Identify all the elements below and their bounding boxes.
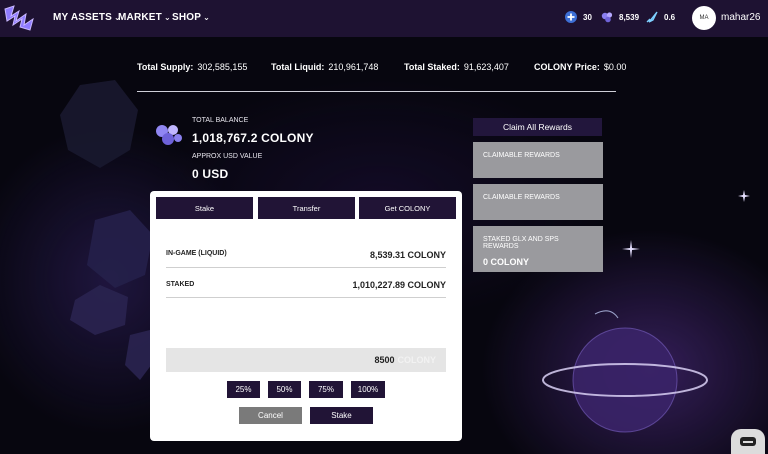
row-divider xyxy=(166,297,446,298)
colony-price: COLONY Price: $0.00 xyxy=(534,62,626,72)
reward-card-label: CLAIMABLE REWARDS xyxy=(483,194,560,201)
nav-market[interactable]: MARKET ⌄ xyxy=(118,12,171,23)
nav-my-assets-label: MY ASSETS xyxy=(53,12,113,23)
total-staked-value: 91,623,407 xyxy=(463,62,509,72)
liquid-value: 8,539.31 COLONY xyxy=(369,250,446,260)
tab-transfer[interactable]: Transfer xyxy=(258,197,355,219)
row-divider xyxy=(166,267,446,268)
top-nav-bar: MY ASSETS ⌄ MARKET ⌄ SHOP ⌄ 30 8,539 0.6 MA… xyxy=(0,0,768,37)
username[interactable]: mahar26 xyxy=(721,12,760,23)
total-liquid-value: 210,961,748 xyxy=(328,62,379,72)
asteroid-icon xyxy=(87,210,153,288)
reward-card-label: CLAIMABLE REWARDS xyxy=(483,152,560,159)
asteroid-icon xyxy=(60,80,138,168)
stake-button[interactable]: Stake xyxy=(310,407,373,424)
amount-input[interactable]: 8500 COLONY xyxy=(166,348,446,372)
plus-crystal-icon xyxy=(565,11,577,23)
chevron-down-icon: ⌄ xyxy=(203,13,211,22)
chevron-down-icon: ⌄ xyxy=(163,13,171,22)
colony-price-value: $0.00 xyxy=(603,62,627,72)
stat-colony[interactable]: 8,539 xyxy=(600,10,639,24)
total-balance-label: TOTAL BALANCE xyxy=(192,117,249,124)
game-logo-icon[interactable] xyxy=(2,3,36,33)
nav-my-assets[interactable]: MY ASSETS ⌄ xyxy=(53,12,121,23)
tab-stake[interactable]: Stake xyxy=(156,197,253,219)
nav-shop-label: SHOP xyxy=(172,12,202,23)
staked-label: STAKED xyxy=(166,281,195,288)
planet-icon xyxy=(542,310,708,433)
total-liquid: Total Liquid: 210,961,748 xyxy=(271,62,378,72)
usd-value-label: APPROX USD VALUE xyxy=(192,153,263,160)
avatar[interactable]: MA xyxy=(692,6,716,30)
total-liquid-label: Total Liquid: xyxy=(271,62,325,72)
chat-button[interactable] xyxy=(731,429,765,454)
usd-value: 0 USD xyxy=(192,167,229,181)
stat-rocket-value: 0.6 xyxy=(664,12,676,22)
stake-modal: Stake Transfer Get COLONY IN-GAME (LIQUI… xyxy=(150,191,462,441)
totals-divider xyxy=(137,91,616,92)
staked-value: 1,010,227.89 COLONY xyxy=(352,280,446,290)
reward-card-label: STAKED GLX AND SPS REWARDS xyxy=(483,236,559,250)
cancel-button[interactable]: Cancel xyxy=(239,407,302,424)
sparkle-icon xyxy=(622,240,640,258)
asteroid-icon xyxy=(70,285,128,335)
staked-rewards-card[interactable]: STAKED GLX AND SPS REWARDS 0 COLONY xyxy=(473,226,603,272)
nav-market-label: MARKET xyxy=(118,12,162,23)
claimable-rewards-card[interactable]: CLAIMABLE REWARDS xyxy=(473,142,603,178)
total-supply-value: 302,585,155 xyxy=(197,62,248,72)
percent-75-button[interactable]: 75% xyxy=(309,381,343,398)
tab-get-colony[interactable]: Get COLONY xyxy=(359,197,456,219)
claim-all-rewards-button[interactable]: Claim All Rewards xyxy=(473,118,602,136)
total-supply: Total Supply: 302,585,155 xyxy=(137,62,247,72)
avatar-initials: MA xyxy=(699,15,709,21)
colony-token-icon xyxy=(156,125,182,145)
total-supply-label: Total Supply: xyxy=(137,62,194,72)
stat-crystals-value: 30 xyxy=(583,12,592,22)
colony-token-icon xyxy=(601,12,613,23)
amount-unit: COLONY xyxy=(397,355,436,365)
colony-price-label: COLONY Price: xyxy=(534,62,600,72)
sparkle-icon xyxy=(738,190,750,202)
claimable-rewards-card[interactable]: CLAIMABLE REWARDS xyxy=(473,184,603,220)
liquid-label: IN-GAME (LIQUID) xyxy=(166,250,227,257)
stat-rocket[interactable]: 0.6 xyxy=(645,10,675,24)
reward-card-value: 0 COLONY xyxy=(483,257,530,267)
percent-100-button[interactable]: 100% xyxy=(351,381,385,398)
chat-icon xyxy=(740,437,756,446)
total-balance-value: 1,018,767.2 COLONY xyxy=(192,131,314,145)
stat-crystals[interactable]: 30 xyxy=(564,10,592,24)
total-staked: Total Staked: 91,623,407 xyxy=(404,62,509,72)
amount-value: 8500 xyxy=(374,355,395,365)
rocket-icon xyxy=(646,11,658,23)
nav-shop[interactable]: SHOP ⌄ xyxy=(172,12,210,23)
percent-25-button[interactable]: 25% xyxy=(227,381,260,398)
percent-50-button[interactable]: 50% xyxy=(268,381,301,398)
total-staked-label: Total Staked: xyxy=(404,62,460,72)
stat-colony-value: 8,539 xyxy=(619,12,640,22)
